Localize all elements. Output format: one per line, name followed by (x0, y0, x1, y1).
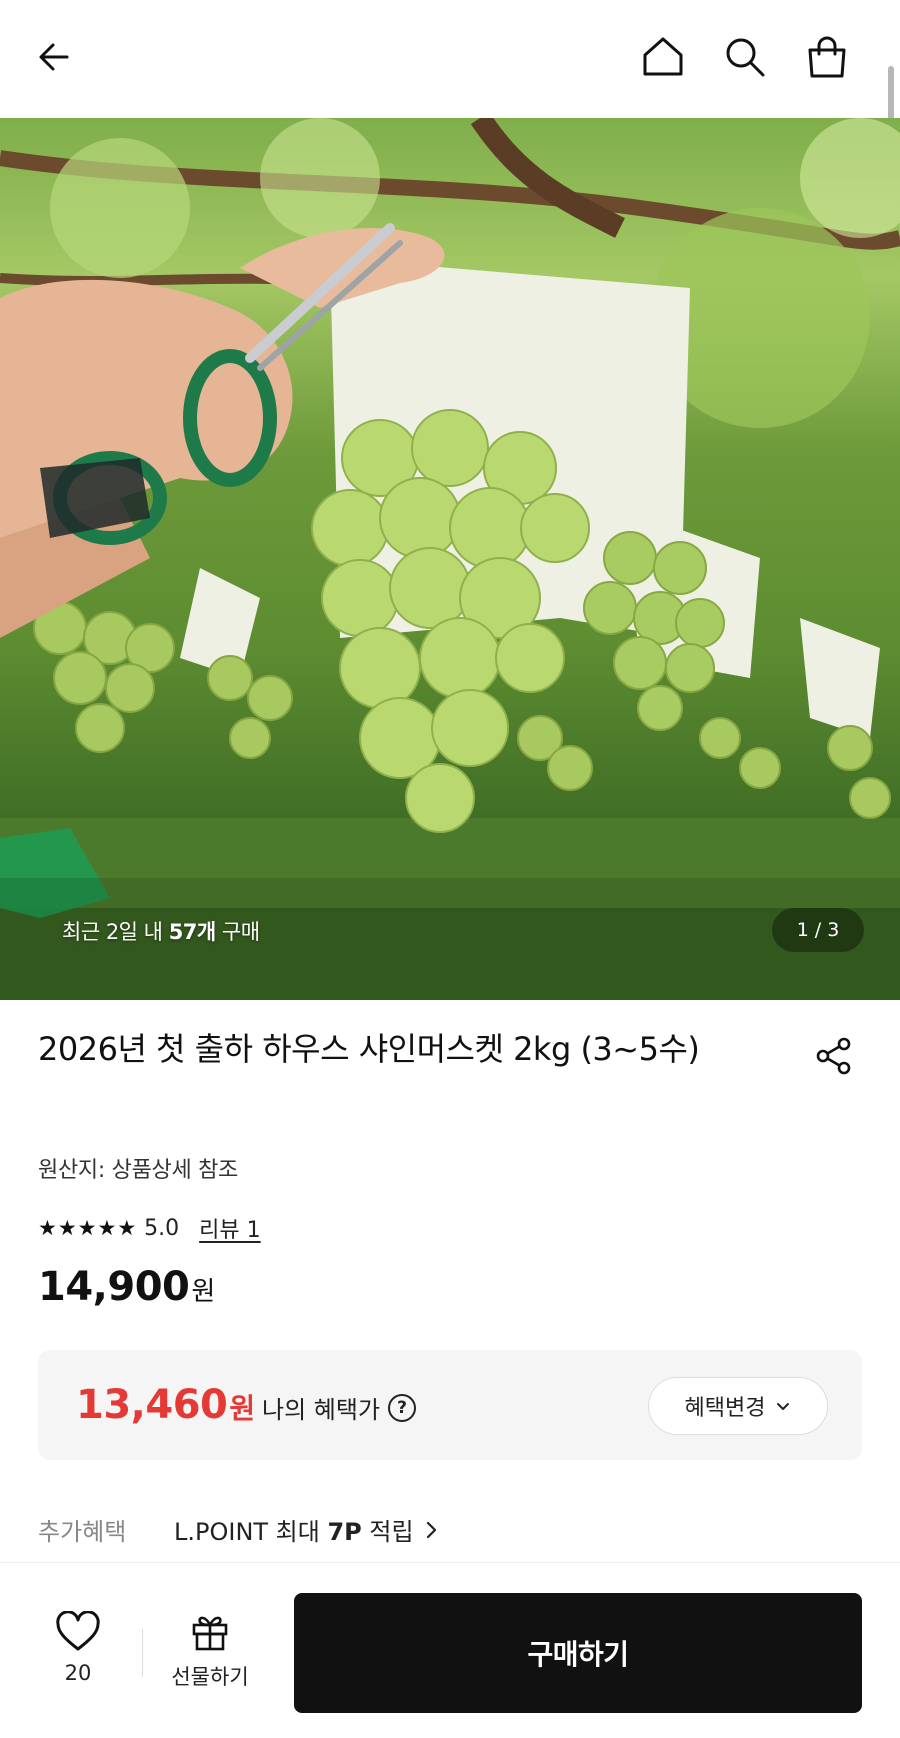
benefit-price-value: 13,460 (76, 1382, 228, 1428)
recent-purchase-count: 57개 (168, 920, 217, 944)
change-benefit-button[interactable]: 혜택변경 (648, 1377, 828, 1435)
top-navigation-bar (0, 0, 900, 142)
search-icon[interactable] (718, 30, 772, 84)
product-title: 2026년 첫 출하 하우스 샤인머스켓 2kg (3~5수) (38, 1030, 700, 1068)
star-icon: ★ (77, 1216, 97, 1240)
origin-info: 원산지: 상품상세 참조 (38, 1158, 238, 1183)
like-button[interactable]: 20 (48, 1610, 108, 1685)
benefit-label-text: 나의 혜택가 (262, 1396, 381, 1424)
image-pager-indicator: 1 / 3 (772, 908, 864, 952)
additional-benefit-value: L.POINT 최대 7P 적립 (174, 1512, 414, 1547)
star-rating: ★ ★ ★ ★ ★ (38, 1216, 136, 1240)
like-count: 20 (64, 1661, 92, 1685)
lpoint-suffix: 적립 (369, 1518, 414, 1546)
recent-purchase-notice: 최근 2일 내 57개 구매 (62, 916, 260, 946)
original-price-value: 14,900 (38, 1264, 190, 1310)
lpoint-prefix: L.POINT 최대 (174, 1518, 320, 1546)
benefit-price-box: 13,460원 나의 혜택가 ? 혜택변경 (38, 1350, 862, 1460)
help-icon[interactable]: ? (388, 1393, 417, 1422)
pager-separator: / (814, 919, 822, 941)
gift-button[interactable]: 선물하기 (160, 1611, 260, 1691)
change-benefit-label: 혜택변경 (684, 1395, 766, 1420)
product-photo (0, 118, 900, 1000)
benefit-price-unit: 원 (229, 1392, 255, 1425)
recent-purchase-prefix: 최근 2일 내 (62, 920, 163, 944)
buy-button[interactable]: 구매하기 (294, 1593, 862, 1713)
additional-benefit-label: 추가혜택 (38, 1518, 127, 1546)
rating-score: 5.0 (144, 1215, 180, 1241)
bottom-action-bar: 20 선물하기 구매하기 (0, 1562, 900, 1738)
review-count-link[interactable]: 리뷰 1 (199, 1212, 260, 1244)
home-icon[interactable] (636, 30, 690, 84)
star-icon: ★ (38, 1216, 57, 1240)
chevron-right-icon (426, 1521, 436, 1538)
additional-benefit-row[interactable]: 추가혜택 L.POINT 최대 7P 적립 (38, 1512, 440, 1547)
pager-total: 3 (827, 919, 840, 941)
original-price-unit: 원 (191, 1277, 215, 1307)
pager-current: 1 (796, 919, 809, 941)
rating-row: ★ ★ ★ ★ ★ 5.0 리뷰 1 (38, 1212, 261, 1244)
gift-label: 선물하기 (171, 1665, 249, 1689)
gift-icon (192, 1616, 228, 1651)
star-icon: ★ (97, 1216, 117, 1240)
original-price: 14,900원 (38, 1264, 215, 1310)
back-arrow-icon[interactable] (28, 30, 82, 84)
product-image-carousel[interactable]: 최근 2일 내 57개 구매 1 / 3 (0, 118, 900, 1000)
share-icon[interactable] (810, 1032, 858, 1080)
star-icon: ★ (117, 1216, 137, 1240)
chevron-down-icon (777, 1403, 790, 1410)
lpoint-amount: 7P (327, 1518, 362, 1546)
shopping-bag-icon[interactable] (800, 30, 854, 84)
divider (142, 1629, 143, 1677)
recent-purchase-suffix: 구매 (221, 920, 260, 944)
star-icon: ★ (57, 1216, 77, 1240)
heart-icon (56, 1610, 100, 1651)
benefit-price-label: 나의 혜택가 ? (262, 1390, 417, 1425)
benefit-price: 13,460원 (76, 1382, 255, 1428)
